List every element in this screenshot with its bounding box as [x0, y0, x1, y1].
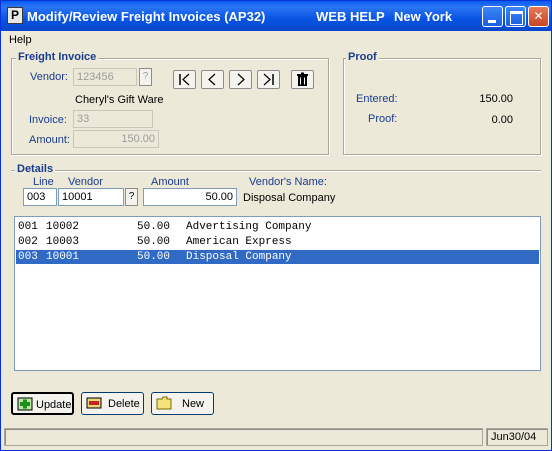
menu-help[interactable]: Help	[9, 34, 32, 46]
entered-label: Entered:	[356, 93, 398, 105]
proof-value: 0.00	[491, 114, 513, 126]
freight-invoice-group-title: Freight Invoice	[16, 51, 99, 63]
main-window: P Modify/Review Freight Invoices (AP32) …	[0, 0, 552, 451]
title-bar[interactable]: P Modify/Review Freight Invoices (AP32) …	[1, 1, 551, 31]
invoice-label: Invoice:	[29, 114, 67, 126]
add-icon	[17, 397, 33, 411]
vendor-lookup-button[interactable]: ?	[139, 68, 152, 86]
line-input[interactable]: 003	[23, 188, 57, 206]
maximize-button[interactable]	[505, 6, 526, 27]
previous-record-icon	[208, 73, 216, 86]
details-group-title: Details	[15, 163, 56, 175]
invoice-field[interactable]: 33	[73, 110, 153, 128]
status-message-pane	[4, 428, 483, 446]
vendor-name-text: Cheryl's Gift Ware	[75, 94, 164, 106]
detail-amount-input[interactable]: 50.00	[143, 188, 237, 206]
delete-record-button[interactable]	[291, 70, 314, 89]
first-record-icon	[179, 73, 190, 86]
last-record-icon	[263, 73, 274, 86]
minimize-button[interactable]	[482, 6, 503, 27]
detail-vendor-name: Disposal Company	[243, 192, 336, 204]
vendor-field[interactable]: 123456	[73, 68, 137, 86]
details-list[interactable]: 001 10002 50.00 Advertising Company 002 …	[14, 216, 541, 371]
vendor-name-column-label: Vendor's Name:	[249, 176, 327, 188]
previous-record-button[interactable]	[201, 70, 224, 89]
update-button[interactable]: Update	[11, 392, 74, 415]
status-date: Jun30/04	[486, 428, 548, 446]
location-title-text: New York	[394, 9, 453, 24]
web-help-title-text: WEB HELP	[316, 9, 385, 24]
amount-column-label: Amount	[151, 176, 189, 188]
proof-group: Proof	[343, 51, 541, 155]
proof-group-title: Proof	[346, 51, 379, 63]
window-title: Modify/Review Freight Invoices (AP32)	[27, 9, 266, 24]
first-record-button[interactable]	[173, 70, 196, 89]
next-record-button[interactable]	[229, 70, 252, 89]
list-item-selected[interactable]: 003 10001 50.00 Disposal Company	[15, 249, 540, 265]
next-record-icon	[237, 73, 245, 86]
close-button[interactable]: ✕	[528, 6, 549, 27]
last-record-button[interactable]	[257, 70, 280, 89]
detail-vendor-input[interactable]: 10001	[58, 188, 124, 206]
vendor-label: Vendor:	[30, 71, 68, 83]
amount-field[interactable]: 150.00	[73, 130, 159, 148]
list-item[interactable]: 002 10003 50.00 American Express	[16, 235, 539, 249]
entered-value: 150.00	[479, 93, 513, 105]
menu-bar: Help	[1, 31, 551, 49]
proof-label: Proof:	[368, 113, 398, 125]
status-bar: Jun30/04	[4, 428, 548, 448]
folder-icon	[156, 396, 172, 410]
delete-button[interactable]: Delete	[81, 392, 144, 415]
app-icon: P	[7, 7, 23, 24]
remove-icon	[86, 397, 102, 409]
new-button[interactable]: New	[151, 392, 214, 415]
trash-icon	[297, 72, 308, 86]
amount-label: Amount:	[29, 134, 70, 146]
detail-vendor-lookup-button[interactable]: ?	[125, 188, 138, 206]
line-column-label: Line	[33, 176, 54, 188]
vendor-column-label: Vendor	[68, 176, 103, 188]
list-item[interactable]: 001 10002 50.00 Advertising Company	[16, 220, 539, 234]
